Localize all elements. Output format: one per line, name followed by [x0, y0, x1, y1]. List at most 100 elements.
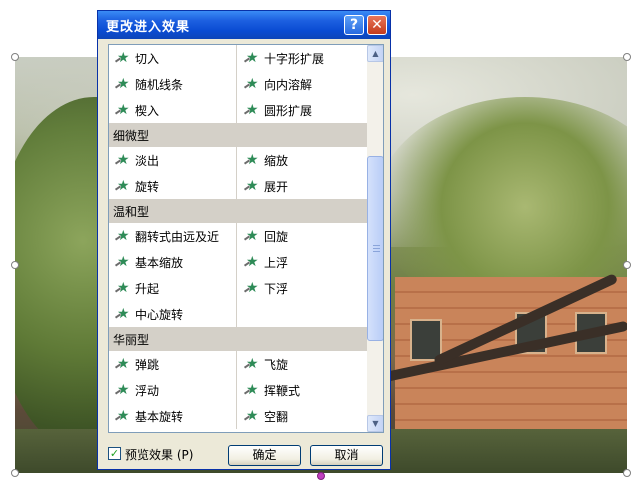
effect-row: ★ 浮动 ★ 挥鞭式: [109, 377, 367, 403]
effect-item[interactable]: ★ 上浮: [238, 249, 366, 275]
effect-item[interactable]: ★ 楔入: [109, 97, 237, 123]
help-icon: ?: [349, 17, 359, 33]
effect-item[interactable]: ★ 圆形扩展: [238, 97, 366, 123]
category-label: 细微型: [113, 129, 150, 143]
effect-star-icon: ★: [246, 50, 259, 66]
ok-button[interactable]: 确定: [228, 445, 301, 466]
effect-item[interactable]: ★ 基本缩放: [109, 249, 237, 275]
effect-star-icon: ★: [246, 152, 259, 168]
effect-item[interactable]: ★ 基本旋转: [109, 403, 237, 429]
effect-star-icon: ★: [246, 280, 259, 296]
effect-label: 回旋: [264, 230, 289, 244]
effect-item[interactable]: ★ 空翻: [238, 403, 366, 429]
change-entrance-effect-dialog: 更改进入效果 ? ✕ ★ 切入 ★ 十字形扩展 ★ 随机线条 ★ 向内溶解 ★ 楔入 ★ 圆形扩展 细微…: [97, 10, 391, 470]
effect-item[interactable]: ★ 下浮: [238, 275, 366, 301]
effect-item[interactable]: ★ 展开: [238, 173, 366, 199]
effect-label: 中心旋转: [135, 308, 184, 322]
effect-label: 下浮: [264, 282, 289, 296]
preview-shortcut-text: (P): [176, 448, 194, 462]
preview-checkbox-label[interactable]: 预览效果 (P): [125, 446, 193, 463]
effect-star-icon: ★: [246, 254, 259, 270]
close-button[interactable]: ✕: [367, 15, 387, 35]
scroll-grip: [373, 245, 380, 246]
chevron-up-icon: ▲: [372, 49, 379, 58]
dialog-titlebar[interactable]: 更改进入效果 ? ✕: [98, 11, 390, 39]
resize-handle-bottom-right[interactable]: [623, 469, 631, 477]
effect-star-icon: ★: [117, 254, 130, 270]
preview-checkbox[interactable]: ✓: [108, 447, 121, 460]
effects-list-content: ★ 切入 ★ 十字形扩展 ★ 随机线条 ★ 向内溶解 ★ 楔入 ★ 圆形扩展 细微型 ★ 淡出 ★ 缩放 ★ 旋转 ★…: [109, 45, 367, 429]
effect-label: 展开: [264, 180, 289, 194]
effect-label: 切入: [135, 52, 160, 66]
effect-item[interactable]: ★ 升起: [109, 275, 237, 301]
resize-handle-right[interactable]: [623, 261, 631, 269]
effect-star-icon: ★: [246, 76, 259, 92]
resize-handle-left[interactable]: [11, 261, 19, 269]
effect-label: 空翻: [264, 410, 289, 424]
effect-item[interactable]: ★ 向内溶解: [238, 71, 366, 97]
effect-row: ★ 中心旋转: [109, 301, 367, 327]
effect-item[interactable]: ★ 旋转: [109, 173, 237, 199]
scroll-grip: [373, 251, 380, 252]
category-header: 细微型: [109, 123, 367, 147]
effect-item[interactable]: ★ 挥鞭式: [238, 377, 366, 403]
effects-scrollbar[interactable]: ▲ ▼: [367, 45, 383, 432]
effect-label: 向内溶解: [264, 78, 313, 92]
effect-star-icon: ★: [117, 50, 130, 66]
effect-star-icon: ★: [117, 280, 130, 296]
effect-label: 上浮: [264, 256, 289, 270]
effect-row: ★ 楔入 ★ 圆形扩展: [109, 97, 367, 123]
help-button[interactable]: ?: [344, 15, 364, 35]
dialog-footer: ✓ 预览效果 (P) 确定 取消: [98, 441, 390, 469]
rotate-handle[interactable]: [317, 472, 325, 480]
effect-item[interactable]: ★ 弹跳: [109, 351, 237, 377]
effect-item[interactable]: ★ 十字形扩展: [238, 45, 366, 71]
effect-row: ★ 翻转式由远及近 ★ 回旋: [109, 223, 367, 249]
effect-label: 旋转: [135, 180, 160, 194]
effect-star-icon: ★: [117, 306, 130, 322]
effect-star-icon: ★: [117, 228, 130, 244]
effect-item[interactable]: ★ 回旋: [238, 223, 366, 249]
effect-label: 随机线条: [135, 78, 184, 92]
effect-item[interactable]: ★ 切入: [109, 45, 237, 71]
effect-label: 基本缩放: [135, 256, 184, 270]
effects-list[interactable]: ★ 切入 ★ 十字形扩展 ★ 随机线条 ★ 向内溶解 ★ 楔入 ★ 圆形扩展 细微型 ★ 淡出 ★ 缩放 ★ 旋转 ★…: [108, 44, 384, 433]
effect-item[interactable]: ★ 中心旋转: [109, 301, 237, 327]
scroll-down-button[interactable]: ▼: [367, 415, 383, 432]
effect-label: 弹跳: [135, 358, 160, 372]
preview-label-text: 预览效果: [125, 448, 174, 462]
scroll-thumb[interactable]: [367, 156, 383, 341]
scroll-up-button[interactable]: ▲: [367, 45, 383, 62]
category-label: 温和型: [113, 205, 150, 219]
effect-row: ★ 升起 ★ 下浮: [109, 275, 367, 301]
category-header: 温和型: [109, 199, 367, 223]
effect-item[interactable]: ★ 随机线条: [109, 71, 237, 97]
resize-handle-bottom-left[interactable]: [11, 469, 19, 477]
effect-item[interactable]: ★ 缩放: [238, 147, 366, 173]
cancel-button[interactable]: 取消: [310, 445, 383, 466]
effect-label: 淡出: [135, 154, 160, 168]
effect-star-icon: ★: [117, 102, 130, 118]
effect-star-icon: ★: [246, 382, 259, 398]
effect-item[interactable]: ★ 淡出: [109, 147, 237, 173]
effect-row: ★ 切入 ★ 十字形扩展: [109, 45, 367, 71]
resize-handle-top-right[interactable]: [623, 53, 631, 61]
effect-label: 楔入: [135, 104, 160, 118]
effect-item[interactable]: ★ 浮动: [109, 377, 237, 403]
effect-label: 翻转式由远及近: [135, 230, 220, 244]
effect-row: ★ 淡出 ★ 缩放: [109, 147, 367, 173]
effect-item[interactable]: ★ 翻转式由远及近: [109, 223, 237, 249]
effect-star-icon: ★: [117, 152, 130, 168]
check-icon: ✓: [109, 447, 120, 460]
resize-handle-top-left[interactable]: [11, 53, 19, 61]
effect-star-icon: ★: [117, 76, 130, 92]
effect-label: 圆形扩展: [264, 104, 313, 118]
effect-star-icon: ★: [117, 382, 130, 398]
scroll-grip: [373, 248, 380, 249]
close-icon: ✕: [371, 17, 383, 33]
effect-label: 挥鞭式: [264, 384, 301, 398]
effect-item[interactable]: ★ 飞旋: [238, 351, 366, 377]
effect-label: 十字形扩展: [264, 52, 325, 66]
effect-label: 基本旋转: [135, 410, 184, 424]
effect-row: ★ 旋转 ★ 展开: [109, 173, 367, 199]
